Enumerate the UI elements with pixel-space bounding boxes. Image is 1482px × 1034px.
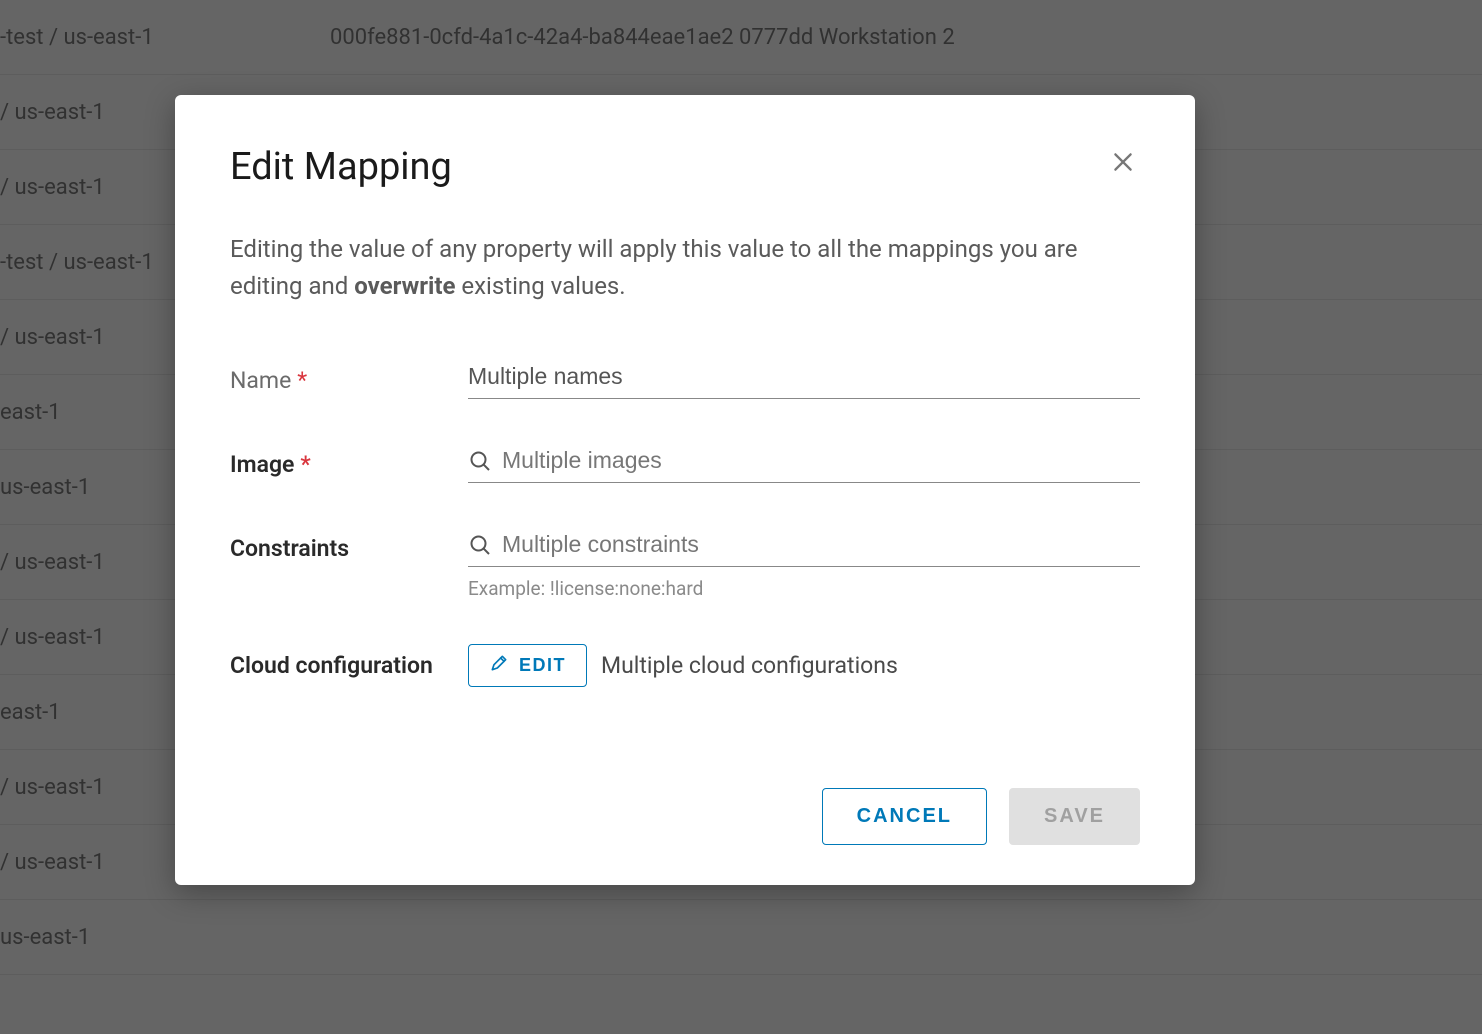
label-cloud-text: Cloud configuration [230,652,433,679]
modal-footer: CANCEL SAVE [230,788,1140,845]
cloud-line: EDIT Multiple cloud configurations [468,644,1140,687]
save-button[interactable]: SAVE [1009,788,1140,845]
label-image-text: Image [230,451,294,478]
name-input-wrap [468,359,1140,399]
pencil-icon [489,653,509,678]
close-icon [1110,149,1136,178]
constraints-input[interactable] [502,531,1140,558]
name-input[interactable] [468,363,1140,390]
form: Name* Image* [230,359,1140,687]
label-name: Name* [230,359,468,396]
close-button[interactable] [1106,145,1140,182]
constraints-input-wrap [468,527,1140,567]
label-image: Image* [230,443,468,480]
label-constraints: Constraints [230,527,468,564]
edit-button-label: EDIT [519,655,566,676]
edit-mapping-modal: Edit Mapping Editing the value of any pr… [175,95,1195,885]
edit-cloud-button[interactable]: EDIT [468,644,587,687]
cancel-button[interactable]: CANCEL [822,788,987,845]
control-name [468,359,1140,399]
form-row-image: Image* [230,443,1140,483]
form-row-name: Name* [230,359,1140,399]
label-cloud: Cloud configuration [230,644,468,681]
form-row-constraints: Constraints Example: !license:none:hard [230,527,1140,600]
label-name-text: Name [230,367,291,394]
required-marker: * [300,451,310,478]
form-row-cloud: Cloud configuration EDIT Multiple cloud … [230,644,1140,687]
search-icon [468,449,492,473]
cloud-value: Multiple cloud configurations [601,652,898,679]
label-constraints-text: Constraints [230,535,349,562]
control-cloud: EDIT Multiple cloud configurations [468,644,1140,687]
modal-description: Editing the value of any property will a… [230,231,1140,305]
modal-desc-strong: overwrite [354,272,455,300]
modal-desc-post: existing values. [455,272,625,300]
modal-header: Edit Mapping [230,145,1140,189]
modal-title: Edit Mapping [230,145,452,189]
image-input-wrap [468,443,1140,483]
control-constraints: Example: !license:none:hard [468,527,1140,600]
image-input[interactable] [502,447,1140,474]
required-marker: * [297,367,307,394]
control-image [468,443,1140,483]
constraints-hint: Example: !license:none:hard [468,577,1140,600]
search-icon [468,533,492,557]
